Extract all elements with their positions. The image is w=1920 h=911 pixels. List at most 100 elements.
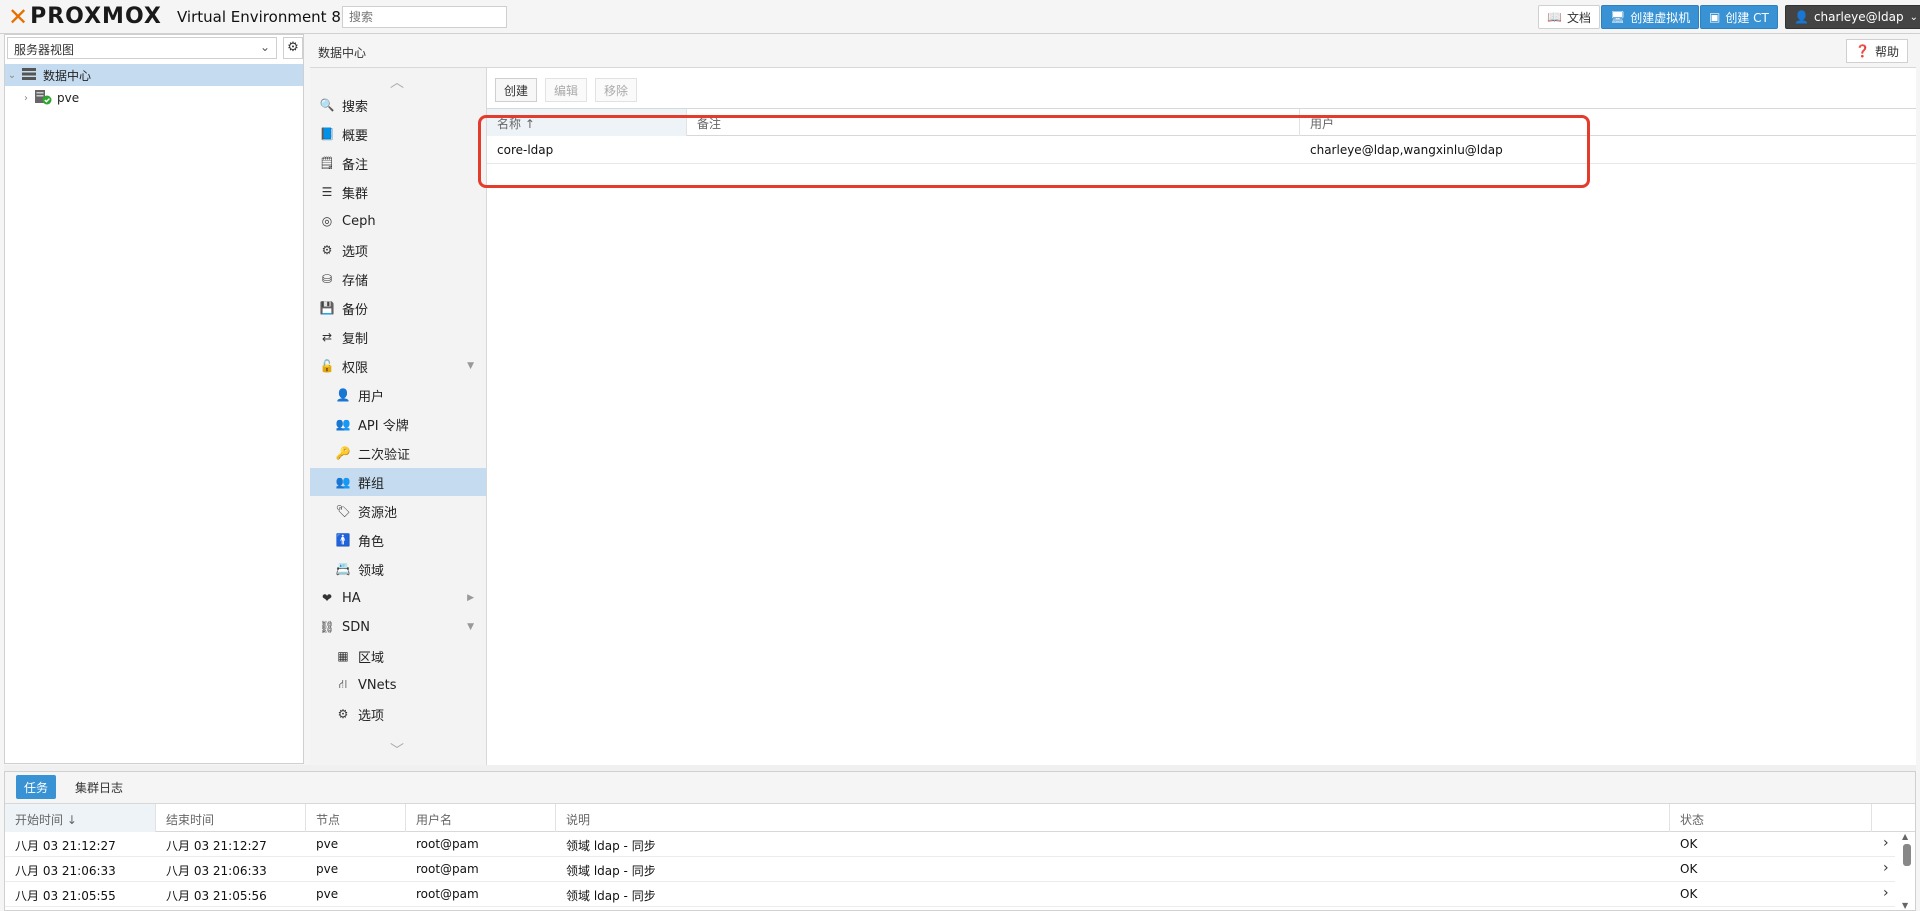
- nav-item-notes[interactable]: 🗒 备注: [310, 149, 486, 177]
- search-input[interactable]: [342, 6, 507, 28]
- cell-username: root@pam: [416, 887, 479, 901]
- chevron-right-icon[interactable]: ›: [1873, 882, 1895, 907]
- groups-grid-header: 名称 ↑ 备注 用户: [487, 108, 1916, 136]
- column-header-comment[interactable]: 备注: [687, 109, 1300, 136]
- nav-item-sdn-options[interactable]: ⚙ 选项: [310, 700, 486, 728]
- groups-toolbar: 创建 编辑 移除: [487, 68, 1916, 108]
- table-row[interactable]: 八月 03 21:06:33 八月 03 21:06:33 pve root@p…: [5, 857, 1895, 882]
- help-button[interactable]: ❓ 帮助: [1846, 39, 1908, 63]
- caret-down-icon[interactable]: ▼: [467, 622, 474, 632]
- nav-item-label: 搜索: [342, 99, 369, 115]
- cell-username: root@pam: [416, 837, 479, 851]
- caret-down-icon[interactable]: ▼: [467, 361, 474, 371]
- sdn-icon: ⛓: [319, 620, 335, 634]
- nav-item-label: HA: [342, 590, 361, 606]
- create-vm-button-label: 创建虚拟机: [1630, 10, 1691, 25]
- cell-comment: [687, 136, 1300, 163]
- nav-item-ha[interactable]: ❤ HA ▶: [310, 584, 486, 612]
- create-vm-button[interactable]: 🖥 创建虚拟机: [1601, 5, 1700, 29]
- tree-item-datacenter[interactable]: ⌄ 数据中心: [5, 64, 303, 86]
- caret-right-icon[interactable]: ▶: [467, 593, 474, 603]
- server-stack-icon: ☰: [321, 185, 333, 199]
- tab-cluster-log[interactable]: 集群日志: [67, 775, 131, 799]
- nav-item-permissions[interactable]: 🔓 权限 ▼: [310, 352, 486, 380]
- nav-item-storage[interactable]: ⛁ 存储: [310, 265, 486, 293]
- proxmox-logo[interactable]: ✕ PROXMOX: [8, 3, 162, 31]
- column-header-end-time[interactable]: 结束时间: [156, 804, 306, 832]
- nav-item-label: 备份: [342, 302, 369, 318]
- chevron-down-icon[interactable]: ﹀: [390, 740, 404, 760]
- chevron-right-icon[interactable]: ›: [19, 93, 33, 104]
- nav-item-two-factor[interactable]: 🔑 二次验证: [310, 439, 486, 467]
- user-outline-icon: 👥: [335, 417, 351, 431]
- nav-item-groups[interactable]: 👥 群组: [310, 468, 486, 496]
- nav-item-backup[interactable]: 💾 备份: [310, 294, 486, 322]
- chevron-down-icon[interactable]: ⌄: [5, 70, 19, 81]
- resource-tree-panel: 服务器视图 ⌄ ⚙ ⌄ 数据中心 › pve: [4, 34, 304, 764]
- nav-item-users[interactable]: 👤 用户: [310, 381, 486, 409]
- key-icon: 🔑: [335, 446, 351, 460]
- column-header-username[interactable]: 用户名: [406, 804, 556, 832]
- user-menu-button[interactable]: 👤 charleye@ldap ⌄: [1785, 5, 1920, 29]
- column-header-start-time[interactable]: 开始时间 ↓: [5, 804, 156, 832]
- nav-item-pools[interactable]: 🏷 资源池: [310, 497, 486, 525]
- cell-start-time: 八月 03 21:06:33: [15, 864, 116, 878]
- nav-item-summary[interactable]: 📘 概要: [310, 120, 486, 148]
- chevron-right-icon[interactable]: ›: [1873, 857, 1895, 882]
- table-row[interactable]: 八月 03 21:12:27 八月 03 21:12:27 pve root@p…: [5, 832, 1895, 857]
- nav-item-label: 资源池: [358, 505, 398, 521]
- nav-item-label: 群组: [358, 476, 385, 492]
- edit-button[interactable]: 编辑: [545, 78, 588, 102]
- docs-button[interactable]: 📖 文档: [1538, 5, 1600, 29]
- column-header-name[interactable]: 名称 ↑: [487, 109, 687, 136]
- scroll-up-icon[interactable]: ▲: [1902, 832, 1908, 841]
- nav-item-label: 备注: [342, 157, 369, 173]
- floppy-icon: 💾: [319, 301, 335, 315]
- gear-icon[interactable]: ⚙: [283, 37, 303, 59]
- retweet-icon: ⇄: [321, 330, 333, 344]
- book-icon: 📖: [1547, 10, 1562, 24]
- table-row[interactable]: core-ldap charleye@ldap,wangxinlu@ldap: [487, 136, 1916, 164]
- gear-icon: ⚙: [321, 243, 333, 257]
- nav-item-zones[interactable]: ▦ 区域: [310, 642, 486, 670]
- chevron-up-icon[interactable]: ︿: [390, 72, 404, 92]
- nav-item-replication[interactable]: ⇄ 复制: [310, 323, 486, 351]
- proxmox-brand: PROXMOX: [30, 4, 162, 29]
- proxmox-x-icon: ✕: [8, 3, 29, 31]
- view-selector[interactable]: 服务器视图 ⌄: [7, 37, 277, 59]
- groups-panel: 创建 编辑 移除 名称 ↑ 备注 用户 core-ldap charleye@l…: [487, 68, 1916, 765]
- column-header-users[interactable]: 用户: [1300, 109, 1916, 136]
- tab-tasks[interactable]: 任务: [16, 775, 57, 799]
- chevron-right-icon[interactable]: ›: [1873, 832, 1895, 857]
- nav-item-search[interactable]: 🔍 搜索: [310, 91, 486, 119]
- tags-icon: 🏷: [335, 504, 351, 518]
- task-log-scrollbar[interactable]: ▲ ▼: [1901, 832, 1913, 910]
- create-button[interactable]: 创建: [495, 78, 538, 102]
- nav-item-roles[interactable]: 🚹 角色: [310, 526, 486, 554]
- book-icon: 📘: [319, 127, 335, 141]
- nav-item-options[interactable]: ⚙ 选项: [310, 236, 486, 264]
- column-header-node[interactable]: 节点: [306, 804, 406, 832]
- scrollbar-thumb[interactable]: [1903, 844, 1911, 866]
- nav-item-vnets[interactable]: ⛙ VNets: [310, 671, 486, 699]
- male-icon: 🚹: [335, 533, 351, 547]
- view-selector-label: 服务器视图: [14, 43, 75, 57]
- cell-node: pve: [316, 887, 339, 901]
- tree-item-pve[interactable]: › pve: [19, 87, 303, 109]
- remove-button[interactable]: 移除: [595, 78, 638, 102]
- nav-item-realms[interactable]: 📇 领域: [310, 555, 486, 583]
- docs-button-label: 文档: [1566, 10, 1591, 25]
- column-header-description[interactable]: 说明: [556, 804, 1670, 832]
- table-row[interactable]: 八月 03 21:05:55 八月 03 21:05:56 pve root@p…: [5, 882, 1895, 907]
- nav-item-cluster[interactable]: ☰ 集群: [310, 178, 486, 206]
- nav-item-label: API 令牌: [358, 418, 409, 434]
- column-header-status[interactable]: 状态: [1670, 804, 1872, 832]
- nav-item-label: Ceph: [342, 213, 376, 229]
- datacenter-nav-menu: ︿ 🔍 搜索 📘 概要 🗒 备注 ☰ 集群 ◎ Ceph ⚙ 选项 ⛁ 存储 💾…: [310, 68, 487, 765]
- nav-item-sdn[interactable]: ⛓ SDN ▼: [310, 613, 486, 641]
- scroll-down-icon[interactable]: ▼: [1902, 901, 1908, 910]
- ceph-icon: ◎: [321, 214, 333, 228]
- nav-item-ceph[interactable]: ◎ Ceph: [310, 207, 486, 235]
- create-ct-button[interactable]: ▣ 创建 CT: [1700, 5, 1778, 29]
- nav-item-api-tokens[interactable]: 👥 API 令牌: [310, 410, 486, 438]
